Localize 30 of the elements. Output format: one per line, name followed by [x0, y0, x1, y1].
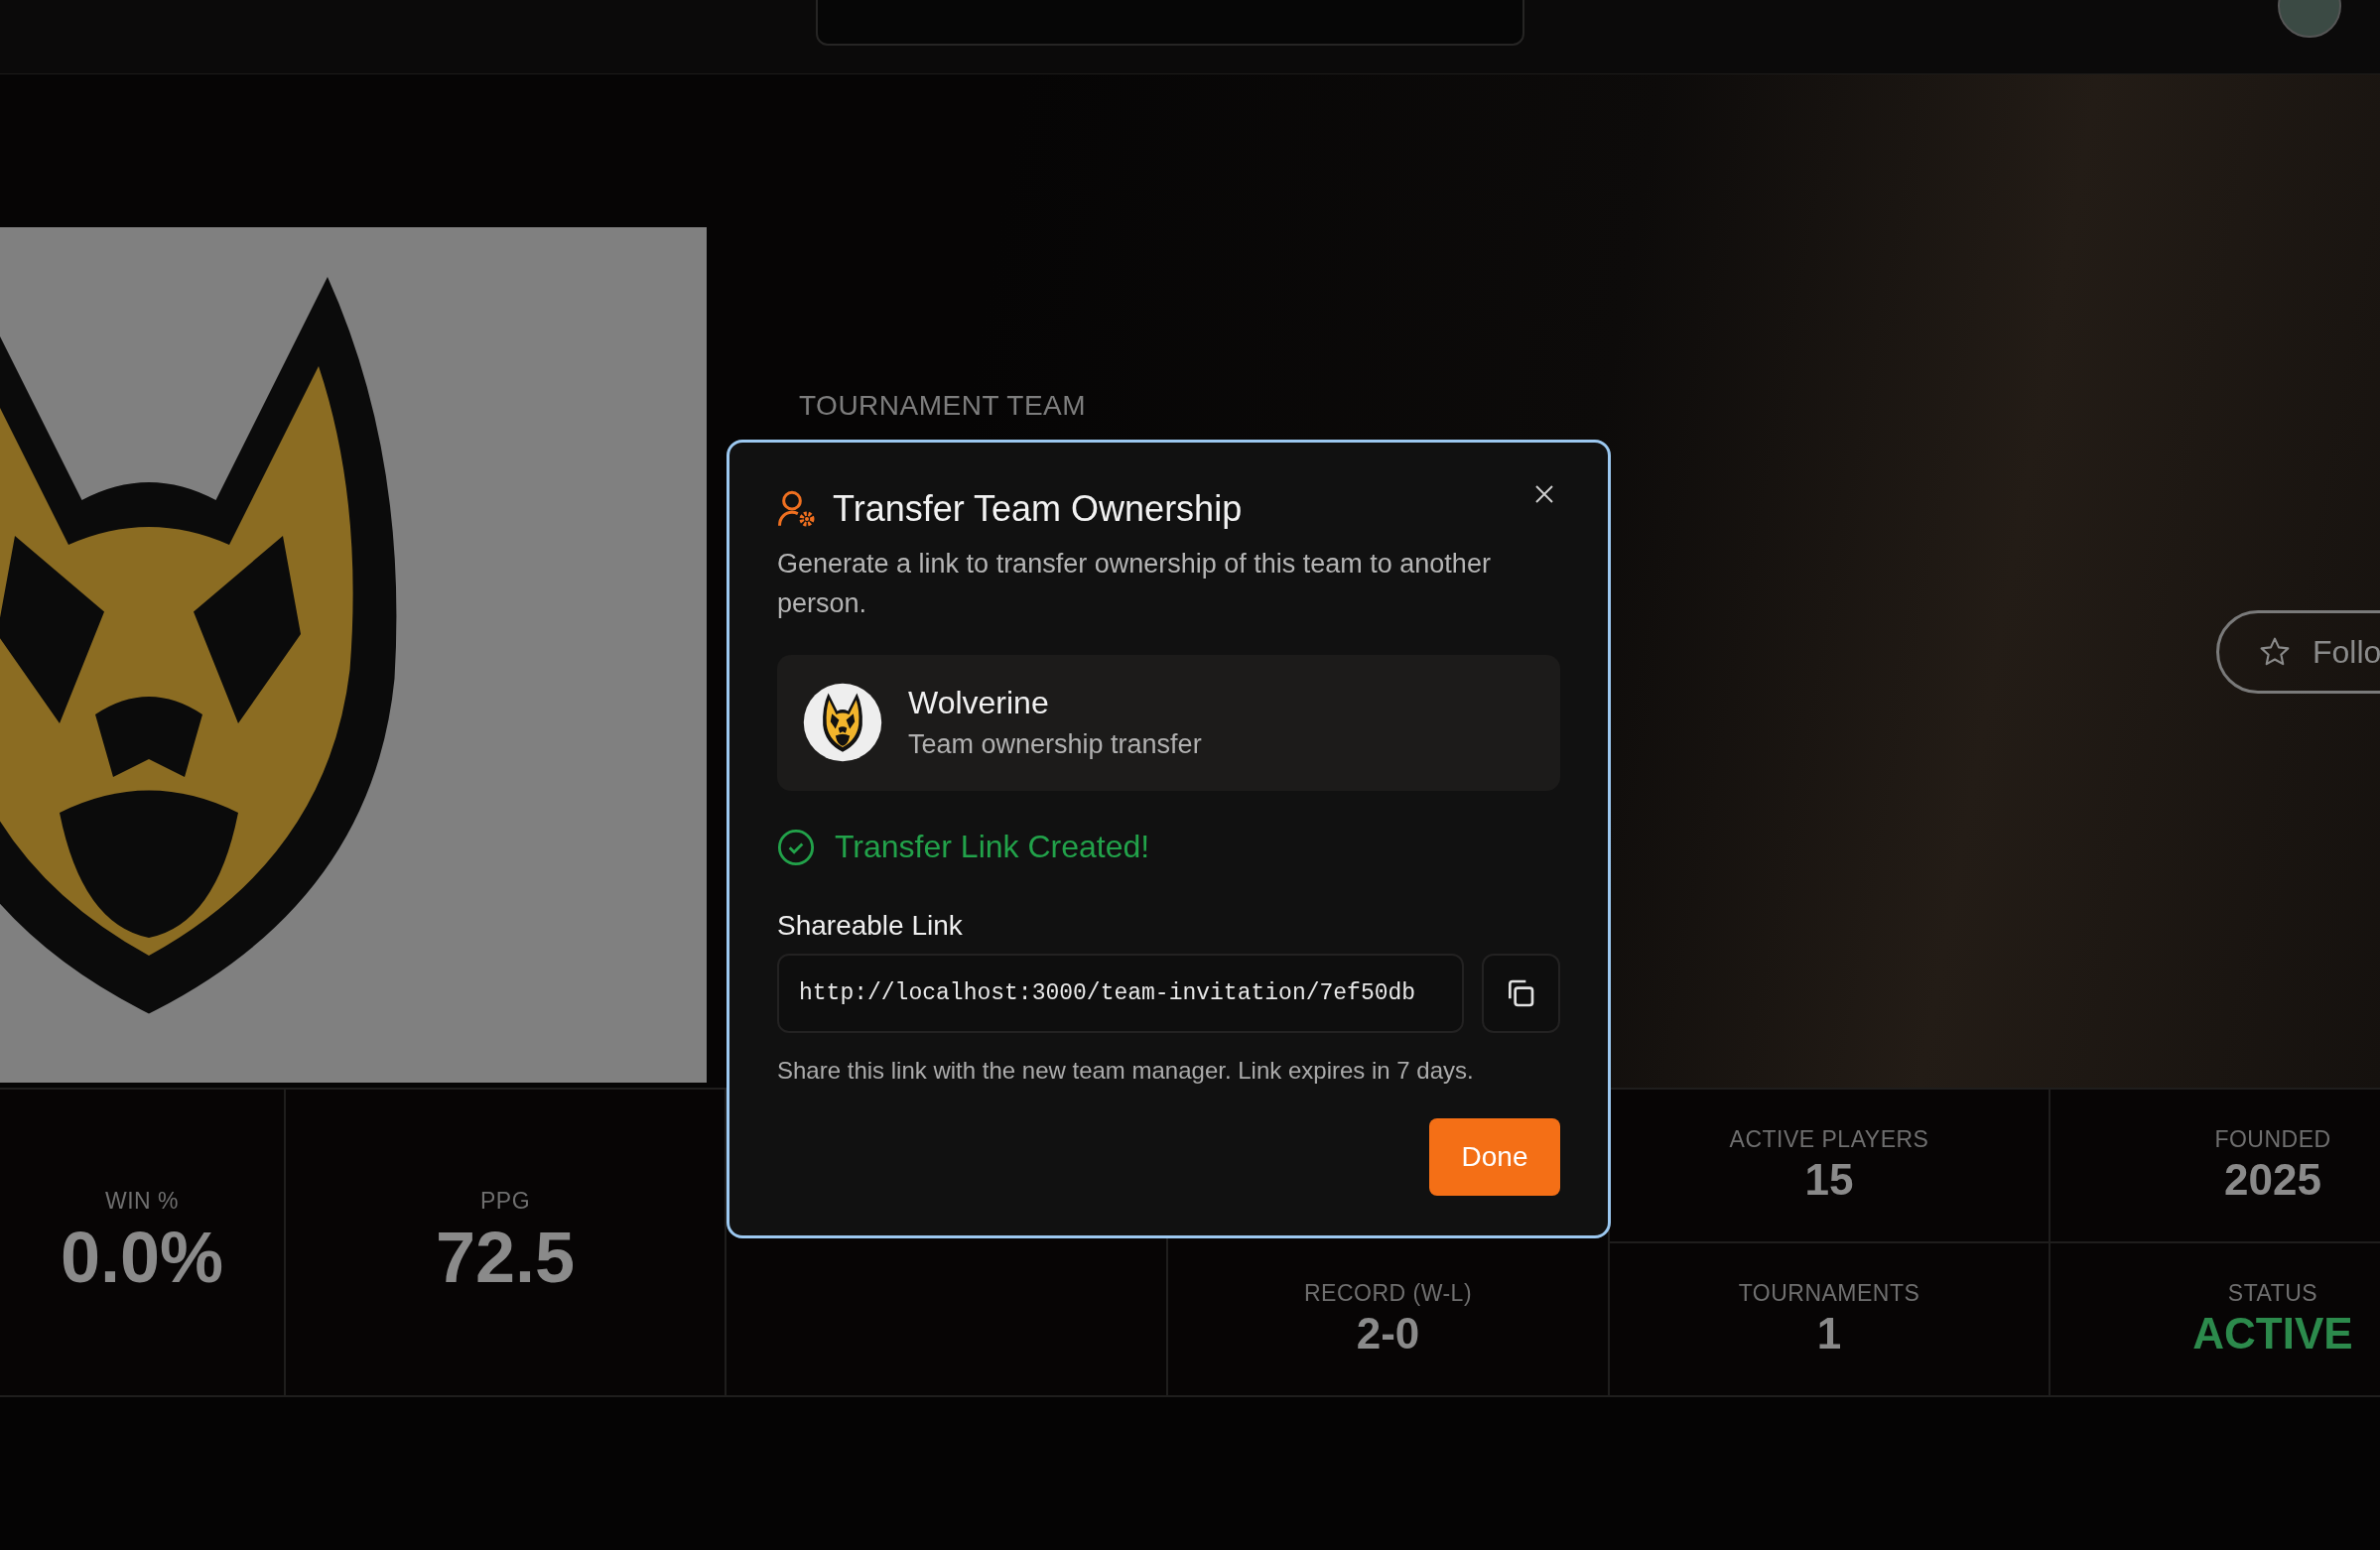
stat-value: 0.0%: [60, 1216, 224, 1298]
stat-value: 72.5: [435, 1216, 576, 1298]
star-icon: [2259, 636, 2291, 668]
team-subtitle: Team ownership transfer: [908, 729, 1202, 761]
user-gear-icon: [777, 489, 817, 529]
stat-label: STATUS: [2227, 1280, 2318, 1307]
dialog-title: Transfer Team Ownership: [833, 488, 1243, 530]
stat-label: PPG: [479, 1187, 531, 1215]
hint-text: Share this link with the new team manager. Link expires in 7 days.: [777, 1056, 1475, 1085]
stat-value: 1: [1816, 1309, 1842, 1358]
follow-button[interactable]: Follo: [2216, 610, 2380, 694]
field-label: Shareable Link: [777, 909, 964, 942]
link-field[interactable]: http://localhost:3000/team-invitation/7ef50db: [777, 953, 1464, 1033]
stat-value: 2-0: [1356, 1309, 1420, 1358]
stat-value: ACTIVE: [2192, 1309, 2353, 1358]
stat-label: ACTIVE PLAYERS: [1729, 1126, 1929, 1153]
done-button[interactable]: Done: [1429, 1117, 1560, 1196]
dialog-description: Generate a link to transfer ownership of this team to another person.: [777, 548, 1492, 620]
copy-button[interactable]: [1481, 953, 1560, 1033]
stat-label: RECORD (W-L): [1303, 1280, 1473, 1307]
stat-value: 2025: [2224, 1155, 2321, 1205]
team-name: Wolverine: [908, 685, 1050, 722]
success-message: Transfer Link Created!: [835, 829, 1150, 866]
stat-label: WIN %: [104, 1187, 180, 1215]
team-category: TOURNAMENT TEAM: [799, 390, 1087, 422]
stat-value: 15: [1804, 1155, 1854, 1205]
stat-label: FOUNDED: [2214, 1126, 2331, 1153]
team-avatar-icon: [803, 683, 882, 763]
check-circle-icon: [777, 828, 815, 866]
stat-label: TOURNAMENTS: [1738, 1280, 1920, 1307]
